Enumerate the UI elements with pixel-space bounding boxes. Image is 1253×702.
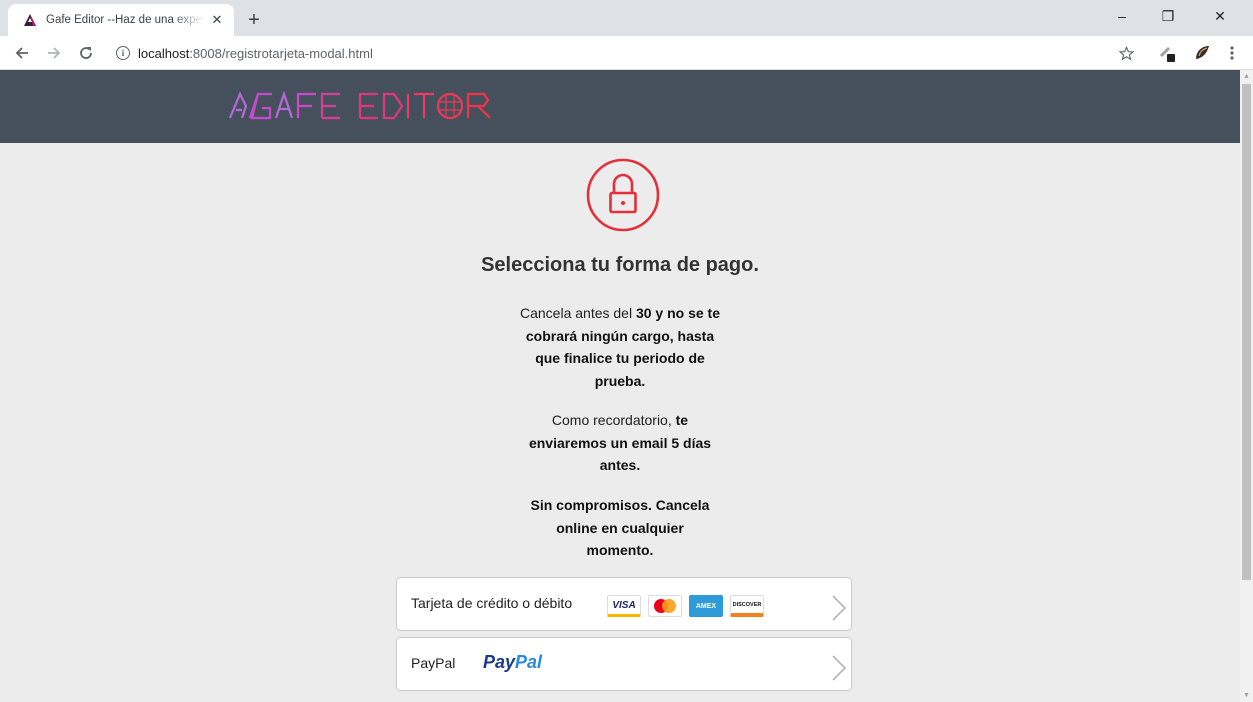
gafe-favicon-icon	[22, 12, 38, 28]
page-viewport: Selecciona tu forma de pago. Cancela ant…	[0, 70, 1240, 702]
minimize-button[interactable]: –	[1099, 0, 1145, 32]
close-window-button[interactable]: ✕	[1197, 0, 1243, 32]
visa-card-icon: VISA	[607, 595, 641, 617]
info-icon[interactable]: i	[116, 46, 130, 60]
payment-option-card[interactable]: Tarjeta de crédito o débito VISA AMEX DI…	[396, 577, 852, 631]
scroll-up-arrow-icon[interactable]: ▲	[1240, 70, 1253, 83]
new-tab-button[interactable]: +	[242, 8, 266, 32]
back-arrow-icon[interactable]	[10, 41, 34, 65]
reminder-text: Como recordatorio, te enviaremos un emai…	[528, 412, 712, 473]
extension-icon[interactable]	[1155, 41, 1179, 65]
discover-card-icon: DISCOVER	[730, 595, 764, 617]
payment-option-label: Tarjeta de crédito o débito	[411, 595, 573, 611]
bookmark-star-icon[interactable]	[1116, 41, 1136, 65]
profile-avatar-icon[interactable]	[1190, 41, 1214, 65]
amex-card-icon: AMEX	[689, 595, 723, 617]
restore-button[interactable]: ❐	[1145, 0, 1191, 32]
paypal-logo: PayPal	[483, 652, 543, 672]
site-header	[0, 70, 1240, 143]
mastercard-icon	[648, 595, 682, 617]
chevron-right-icon	[832, 655, 847, 681]
browser-tabstrip: Gafe Editor --Haz de una experiencia ✕ +…	[0, 0, 1253, 36]
url-text: localhost:8008/registrotarjeta-modal.htm…	[138, 45, 373, 61]
menu-dots-icon[interactable]	[1225, 41, 1239, 65]
gafe-editor-logo[interactable]	[228, 88, 498, 127]
payment-option-paypal[interactable]: PayPal PayPal	[396, 637, 852, 691]
address-bar[interactable]: i localhost:8008/registrotarjeta-modal.h…	[104, 40, 1144, 66]
forward-arrow-icon[interactable]	[42, 41, 66, 65]
lock-icon	[585, 157, 661, 233]
page-title: Selecciona tu forma de pago.	[481, 254, 759, 276]
tab-close-icon[interactable]: ✕	[208, 11, 226, 29]
browser-toolbar: i localhost:8008/registrotarjeta-modal.h…	[0, 36, 1253, 70]
browser-tab[interactable]: Gafe Editor --Haz de una experiencia ✕	[8, 4, 234, 36]
tab-title: Gafe Editor --Haz de una experiencia	[46, 14, 204, 26]
payment-option-label: PayPal	[411, 655, 456, 671]
page-scrollbar[interactable]: ▲ ▼	[1240, 70, 1253, 702]
chevron-right-icon	[832, 595, 847, 621]
scroll-down-arrow-icon[interactable]: ▼	[1240, 689, 1253, 702]
no-commitment-text: Sin compromisos. Cancela online en cualq…	[530, 497, 710, 558]
reload-icon[interactable]	[74, 41, 98, 65]
scrollbar-thumb[interactable]	[1242, 84, 1251, 580]
trial-info-text: Cancela antes del 30 y no se te cobrará …	[520, 305, 721, 389]
